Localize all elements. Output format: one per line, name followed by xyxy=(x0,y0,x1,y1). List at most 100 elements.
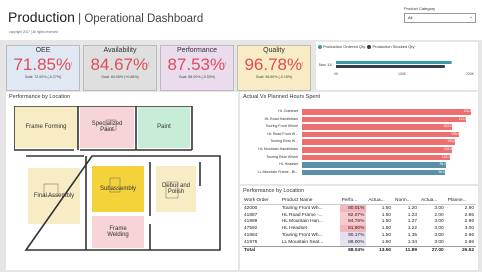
bar[interactable]: 103.4 xyxy=(302,147,452,153)
copyright-text: copyright 2017 | All rights reserved xyxy=(9,30,58,34)
work-order-panel: Performance by Location Work Order Produc… xyxy=(240,186,478,270)
table-cell: 1.50 xyxy=(381,226,392,232)
kpi-value: 96.78%! xyxy=(238,55,310,75)
bar-category-label: HL Road Front W... xyxy=(267,131,298,136)
table-cell: 1.34 xyxy=(407,239,418,245)
bar-row[interactable]: HL Crankset 116.8 xyxy=(243,109,478,115)
table-cell: 41975 xyxy=(244,239,258,245)
bar-row[interactable]: Touring Rear W... 105.8 xyxy=(243,139,478,145)
table-cell: 3.00 xyxy=(434,239,444,245)
table-row[interactable]: 41887 HL Road Frame -... 82.07% 1.50 1.23 2.0… xyxy=(242,211,476,219)
table-cell: 1.50 xyxy=(381,219,392,225)
bar-row[interactable]: HL Road Handlebars 113.4 xyxy=(243,116,478,123)
qty-chart-svg xyxy=(336,61,452,68)
table-row[interactable]: 47592 HL Headset 81.60% 1.50 1.22 3.00 3.00 xyxy=(242,225,476,233)
bar-row[interactable]: Touring Rear Wheel 102.1 xyxy=(243,154,478,161)
slicer-label: Product Category xyxy=(404,6,436,11)
kpi-card-quality: Quality 96.78%! Goal: 96.60% (-0.15%) xyxy=(237,45,311,91)
bar[interactable]: 116.8 xyxy=(302,109,472,115)
bar[interactable]: 102.1 xyxy=(302,154,451,161)
table-cell: 2.00 xyxy=(434,212,444,218)
kpi-label: OEE xyxy=(35,47,51,54)
table-cell: 2.96 xyxy=(464,233,474,239)
table-cell: 3.00 xyxy=(434,219,444,225)
bar[interactable]: 113.4 xyxy=(302,116,467,123)
table-cell: 2.90 xyxy=(464,205,474,211)
title-subtitle: Operational Dashboard xyxy=(84,13,204,25)
column-header[interactable]: Norm... xyxy=(393,196,420,205)
table-cell: 80.01% xyxy=(339,204,367,212)
total-cell: 27.00 xyxy=(419,245,446,254)
column-header[interactable]: Actua... xyxy=(366,196,394,205)
table-cell: Touring Front Wh... xyxy=(281,205,323,211)
bar-category-label: Touring Rear Wheel xyxy=(266,154,298,159)
table-cell: HL Mountain Han... xyxy=(281,219,323,225)
table-row[interactable]: 41984 Touring Front Wh... 90.17% 1.50 1.35 3.… xyxy=(242,232,476,239)
bar-row[interactable]: HL Mountain Handlebars 103.4 xyxy=(243,147,478,153)
table-total-row: Total 88.04% 13.50 11.89 27.00 26.52 xyxy=(242,245,476,254)
total-cell: 13.50 xyxy=(366,245,394,254)
chevron-down-icon[interactable]: ⌄ xyxy=(469,14,473,20)
total-cell xyxy=(279,245,340,254)
kpi-value-text: 71.85% xyxy=(13,55,72,74)
table-title: Performance by Location xyxy=(243,188,305,194)
column-header[interactable]: Actua... xyxy=(419,196,446,205)
kpi-label: Quality xyxy=(263,47,285,54)
bar-row[interactable]: HL Road Front W... 108.4 xyxy=(243,131,478,138)
bar-value-label: 98.4 xyxy=(438,169,445,174)
bar[interactable]: 98.4 xyxy=(302,169,445,176)
table-cell: 1.35 xyxy=(407,233,418,239)
bar-row[interactable]: HL Headset 99.2 xyxy=(243,162,478,168)
dashboard-page: { "header": {"title": "Production", "sep… xyxy=(0,0,482,272)
table-row[interactable]: 41989 HL Mountain Han... 84.76% 1.50 1.27 3.0… xyxy=(242,218,476,226)
kpi-value: 87.53%! xyxy=(161,55,233,75)
total-cell: 11.89 xyxy=(393,245,420,254)
kpi-trend-icon: ! xyxy=(225,62,227,68)
table-cell: 81.60% xyxy=(339,225,367,233)
bar-value-label: 102.1 xyxy=(442,154,451,159)
kpi-value-text: 87.53% xyxy=(167,55,226,74)
table-cell: 1.20 xyxy=(407,205,418,211)
kpi-card-performance: Performance 87.53%! Goal: 88.00% (-0.53%) xyxy=(160,45,234,91)
ordered-qty-bar xyxy=(336,61,452,64)
bar[interactable]: 99.2 xyxy=(302,162,446,168)
table-cell: 84.76% xyxy=(339,218,367,226)
bar[interactable]: 108.4 xyxy=(302,131,460,138)
table-cell: HL Road Frame -... xyxy=(281,212,323,218)
qty-x-axis: 0K 100K 200K xyxy=(334,72,474,76)
kpi-trend-icon: ! xyxy=(71,62,73,68)
column-header[interactable]: Perfo... xyxy=(339,196,367,205)
bar-value-label: 103.2 xyxy=(443,124,452,129)
bar-value-label: 116.8 xyxy=(463,109,472,113)
kpi-card-oee: OEE 71.85%! Goal: 72.00% (-0.27%) xyxy=(6,45,80,91)
bar[interactable]: 105.8 xyxy=(302,139,456,145)
table-row[interactable]: 42000 Touring Front Wh... 80.01% 1.50 1.20 3.… xyxy=(242,204,476,212)
table-cell: 1.50 xyxy=(381,233,392,239)
total-cell: 26.52 xyxy=(445,245,476,254)
column-header[interactable]: Product Name xyxy=(279,196,340,205)
slicer-value: All xyxy=(408,15,413,20)
table-cell: LL Mountain Seat... xyxy=(281,239,324,245)
table-cell: 1.23 xyxy=(407,212,418,218)
table-row[interactable]: 41975 LL Mountain Seat... 89.00% 1.50 1.34 3.… xyxy=(242,238,476,247)
column-header[interactable]: Planne... xyxy=(445,196,476,205)
slicer-dropdown[interactable]: All ⌄ xyxy=(404,13,476,23)
total-cell: Total xyxy=(242,245,280,254)
kpi-trend-icon: ! xyxy=(302,62,304,68)
kpi-goal: Goal: 84.00% (+0.88%) xyxy=(101,75,139,79)
table-header-row: Work Order Product Name Perfo... Actua... No… xyxy=(242,196,476,205)
product-category-slicer[interactable]: Product Category All ⌄ xyxy=(404,6,476,32)
bar-value-label: 105.8 xyxy=(447,139,456,144)
bar-category-label: Touring Rear W... xyxy=(270,139,298,144)
table-cell: 82.07% xyxy=(339,211,367,219)
table-cell: 89.00% xyxy=(339,238,367,247)
table-cell: 47592 xyxy=(244,226,258,232)
table-cell: 3.00 xyxy=(434,226,444,232)
kpi-trend-icon: ! xyxy=(148,62,150,68)
column-header[interactable]: Work Order xyxy=(242,196,280,205)
table-cell: 2.96 xyxy=(464,239,474,245)
kpi-value: 84.67%! xyxy=(84,55,156,75)
bar-row[interactable]: LL Mountain Frame - Bl... 98.4 xyxy=(243,169,478,176)
bar-row[interactable]: Touring Front Wheel 103.2 xyxy=(243,124,478,130)
bar[interactable]: 103.2 xyxy=(302,124,452,130)
